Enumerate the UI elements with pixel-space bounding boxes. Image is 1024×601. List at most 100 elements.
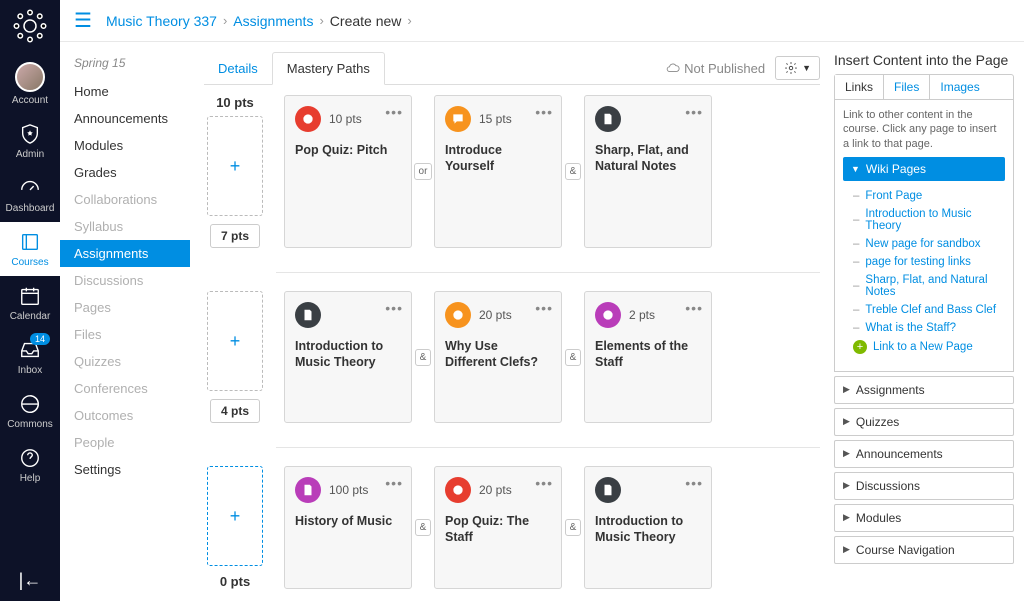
range-bottom-points[interactable]: 7 pts <box>210 224 260 248</box>
nav-label: Dashboard <box>6 203 55 214</box>
gear-icon <box>784 61 798 75</box>
book-icon <box>18 230 42 254</box>
course-nav-item[interactable]: Pages <box>60 294 190 321</box>
course-nav-item[interactable]: Settings <box>60 456 190 483</box>
path-item-card[interactable]: •••2 ptsElements of the Staff <box>584 291 712 423</box>
nav-dashboard[interactable]: Dashboard <box>0 168 60 222</box>
settings-menu-button[interactable]: ▼ <box>775 56 820 80</box>
breadcrumb-section[interactable]: Assignments <box>233 13 313 29</box>
accordion-section[interactable]: ▶Announcements <box>834 440 1014 468</box>
wiki-pages-header[interactable]: ▼ Wiki Pages <box>843 157 1005 181</box>
card-menu-button[interactable]: ••• <box>385 104 403 120</box>
nav-help[interactable]: Help <box>0 438 60 492</box>
accordion-section[interactable]: ▶Discussions <box>834 472 1014 500</box>
course-nav-item[interactable]: Collaborations <box>60 186 190 213</box>
wiki-title: Wiki Pages <box>866 162 926 176</box>
course-nav-item[interactable]: People <box>60 429 190 456</box>
card-menu-button[interactable]: ••• <box>535 475 553 491</box>
card-menu-button[interactable]: ••• <box>685 475 703 491</box>
cards-group: •••Introduction to Music Theory&•••20 pt… <box>284 291 712 423</box>
course-nav-item[interactable]: Assignments <box>60 240 190 267</box>
course-nav-item[interactable]: Outcomes <box>60 402 190 429</box>
path-item-card[interactable]: •••100 ptsHistory of Music <box>284 466 412 589</box>
wiki-page-link[interactable]: –Treble Clef and Bass Clef <box>853 301 1005 319</box>
new-page-link[interactable]: +Link to a New Page <box>853 337 1005 357</box>
card-menu-button[interactable]: ••• <box>535 104 553 120</box>
nav-label: Admin <box>16 149 44 160</box>
card-menu-button[interactable]: ••• <box>385 475 403 491</box>
tab-details[interactable]: Details <box>204 53 272 84</box>
panel-tab-links[interactable]: Links <box>835 75 884 99</box>
wiki-page-link[interactable]: –What is the Staff? <box>853 319 1005 337</box>
course-nav-item[interactable]: Quizzes <box>60 348 190 375</box>
card-menu-button[interactable]: ••• <box>685 104 703 120</box>
path-item-card[interactable]: •••10 ptsPop Quiz: Pitch <box>284 95 412 248</box>
panel-tab-images[interactable]: Images <box>930 75 989 99</box>
nav-courses[interactable]: Courses <box>0 222 60 276</box>
range-score-box: +0 pts <box>204 466 266 589</box>
wiki-page-link[interactable]: –Sharp, Flat, and Natural Notes <box>853 271 1005 301</box>
course-nav-item[interactable]: Discussions <box>60 267 190 294</box>
nav-inbox[interactable]: 14 Inbox <box>0 330 60 384</box>
course-nav-item[interactable]: Home <box>60 78 190 105</box>
accordion-section[interactable]: ▶Assignments <box>834 376 1014 404</box>
card-menu-button[interactable]: ••• <box>385 300 403 316</box>
joiner[interactable]: & <box>412 291 434 423</box>
global-nav: Account Admin Dashboard Courses Calendar… <box>0 0 60 601</box>
nav-admin[interactable]: Admin <box>0 114 60 168</box>
card-title: Sharp, Flat, and Natural Notes <box>595 142 701 175</box>
nav-account[interactable]: Account <box>0 54 60 114</box>
nav-calendar[interactable]: Calendar <box>0 276 60 330</box>
course-nav-item[interactable]: Files <box>60 321 190 348</box>
wiki-page-link[interactable]: –page for testing links <box>853 253 1005 271</box>
publish-status: Not Published <box>666 61 765 76</box>
card-title: History of Music <box>295 513 401 529</box>
add-item-button[interactable]: + <box>207 116 263 216</box>
path-item-card[interactable]: •••20 ptsWhy Use Different Clefs? <box>434 291 562 423</box>
course-nav-item[interactable]: Conferences <box>60 375 190 402</box>
joiner[interactable]: or <box>412 95 434 248</box>
nav-label: Account <box>12 95 48 106</box>
triangle-right-icon: ▶ <box>843 480 850 491</box>
range-bottom-points[interactable]: 4 pts <box>210 399 260 423</box>
collapse-nav-button[interactable]: |← <box>19 570 42 591</box>
path-item-card[interactable]: ••• Sharp, Flat, and Natural Notes <box>584 95 712 248</box>
panel-tab-files[interactable]: Files <box>884 75 930 99</box>
wiki-page-link[interactable]: –Front Page <box>853 187 1005 205</box>
course-nav-item[interactable]: Announcements <box>60 105 190 132</box>
joiner[interactable]: & <box>562 95 584 248</box>
card-menu-button[interactable]: ••• <box>685 300 703 316</box>
accordion-section[interactable]: ▶Modules <box>834 504 1014 532</box>
joiner[interactable]: & <box>562 466 584 589</box>
path-item-card[interactable]: ••• Introduction to Music Theory <box>284 291 412 423</box>
path-item-card[interactable]: •••Introduction to Music Theory <box>584 466 712 589</box>
tab-mastery-paths[interactable]: Mastery Paths <box>272 52 385 85</box>
joiner[interactable]: & <box>412 466 434 589</box>
wiki-page-link[interactable]: –Introduction to Music Theory <box>853 205 1005 235</box>
breadcrumb-course[interactable]: Music Theory 337 <box>106 13 217 29</box>
wiki-page-link[interactable]: –New page for sandbox <box>853 235 1005 253</box>
path-item-card[interactable]: •••15 ptsIntroduce Yourself <box>434 95 562 248</box>
hamburger-icon[interactable]: ☰ <box>74 8 92 33</box>
target-icon <box>445 302 471 328</box>
accordion-section[interactable]: ▶Quizzes <box>834 408 1014 436</box>
shield-icon <box>18 122 42 146</box>
path-item-card[interactable]: •••20 ptsPop Quiz: The Staff <box>434 466 562 589</box>
nav-label: Help <box>20 473 41 484</box>
status-text: Not Published <box>684 61 765 76</box>
canvas-logo[interactable] <box>12 8 48 44</box>
course-nav-item[interactable]: Syllabus <box>60 213 190 240</box>
add-item-button[interactable]: + <box>207 291 263 391</box>
nav-commons[interactable]: Commons <box>0 384 60 438</box>
dash-icon: – <box>853 280 859 292</box>
course-nav-item[interactable]: Modules <box>60 132 190 159</box>
course-nav-item[interactable]: Grades <box>60 159 190 186</box>
card-title: Introduction to Music Theory <box>295 338 401 371</box>
joiner[interactable]: & <box>562 291 584 423</box>
mastery-range-row: +0 pts•••100 ptsHistory of Music&•••20 p… <box>204 466 820 589</box>
card-menu-button[interactable]: ••• <box>535 300 553 316</box>
card-points: 20 pts <box>479 483 512 497</box>
accordion-section[interactable]: ▶Course Navigation <box>834 536 1014 564</box>
add-item-button[interactable]: + <box>207 466 263 566</box>
gauge-icon <box>18 176 42 200</box>
